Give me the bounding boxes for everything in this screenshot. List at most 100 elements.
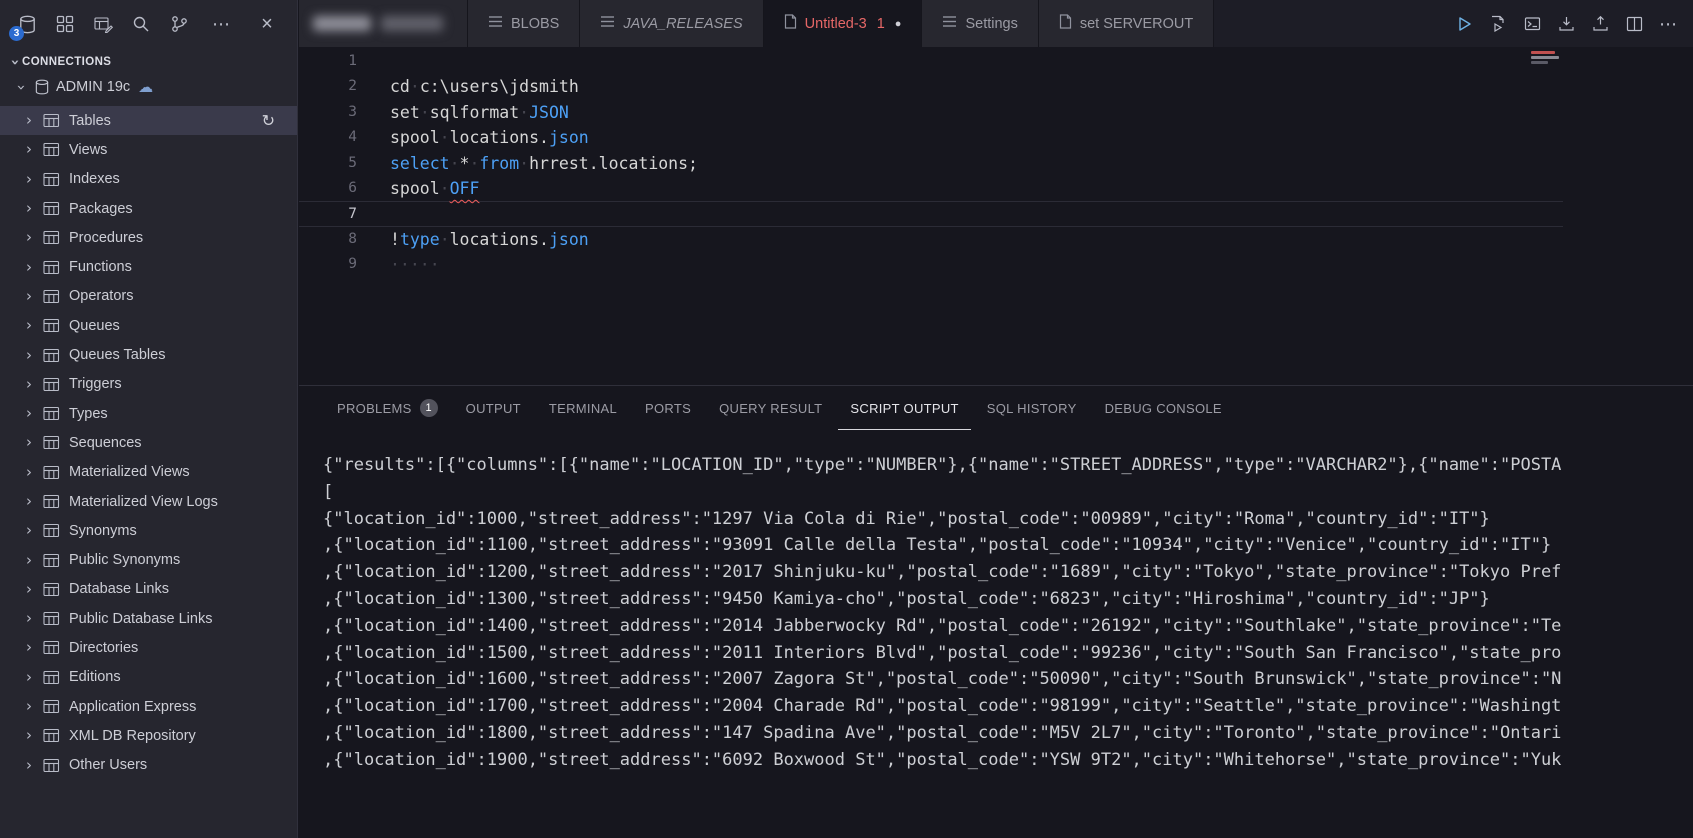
connections-section-header[interactable]: › CONNECTIONS [0,50,297,74]
panel-tab-terminal[interactable]: TERMINAL [537,386,629,430]
tab-java-releases[interactable]: JAVA_RELEASES [580,0,763,47]
packages-icon [43,201,60,216]
sidebar-item-label: Other Users [69,757,147,773]
output-line: [ [323,479,1693,506]
more-editor-actions-icon[interactable]: ⋯ [1653,9,1683,39]
sidebar-item-xml-db-repository[interactable]: ›XML DB Repository [0,721,297,750]
minimap[interactable] [1531,50,1565,74]
code-token: · [410,77,420,96]
sidebar-item-materialized-view-logs[interactable]: ›Materialized View Logs [0,487,297,516]
code-token: locations. [450,128,549,147]
tab-problem-count: 1 [877,16,885,32]
upload-icon[interactable] [1585,9,1615,39]
panel-tab-debug-console[interactable]: DEBUG CONSOLE [1093,386,1234,430]
sidebar-item-queues[interactable]: ›Queues [0,311,297,340]
download-result-icon[interactable] [1551,9,1581,39]
triggers-icon [43,377,60,392]
panel-tab-problems[interactable]: PROBLEMS1 [325,386,450,430]
panel-tab-script-output[interactable]: SCRIPT OUTPUT [838,386,970,430]
run-script-icon[interactable] [1483,9,1513,39]
sidebar-item-materialized-views[interactable]: ›Materialized Views [0,458,297,487]
sidebar-item-sequences[interactable]: ›Sequences [0,428,297,457]
table-edit-icon[interactable] [84,9,122,39]
more-actions-icon[interactable]: ⋯ [202,9,240,39]
code-text: set·sqlformat·JSON [357,100,569,125]
sidebar-item-other-users[interactable]: ›Other Users [0,751,297,780]
sidebar-item-label: Public Synonyms [69,552,180,568]
table-icon [942,15,957,32]
code-line-6[interactable]: 6spool·OFF [299,176,1563,201]
code-token: json [549,230,589,249]
code-editor[interactable]: 12cd·c:\users\jdsmith3set·sqlformat·JSON… [299,47,1693,385]
database-explorer-icon[interactable]: 3 [8,9,46,39]
git-branch-icon[interactable] [160,9,198,39]
close-sidebar-icon[interactable]: × [248,9,286,39]
tab-settings[interactable]: Settings [922,0,1038,47]
panel-tab-output[interactable]: OUTPUT [454,386,533,430]
code-token: · [420,103,430,122]
panel-tab-label: OUTPUT [466,401,521,416]
sidebar-item-label: Application Express [69,699,196,715]
panel-tab-sql-history[interactable]: SQL HISTORY [975,386,1089,430]
panel-tab-label: SQL HISTORY [987,401,1077,416]
sidebar-item-procedures[interactable]: ›Procedures [0,223,297,252]
sidebar-item-public-database-links[interactable]: ›Public Database Links [0,604,297,633]
sidebar-item-operators[interactable]: ›Operators [0,282,297,311]
cloud-icon: ☁ [138,78,153,96]
sidebar-item-application-express[interactable]: ›Application Express [0,692,297,721]
code-text: cd·c:\users\jdsmith [357,74,579,99]
connections-count-badge: 3 [9,26,24,41]
code-text: spool·locations.json [357,125,589,150]
sidebar-item-triggers[interactable]: ›Triggers [0,370,297,399]
panel-tab-query-result[interactable]: QUERY RESULT [707,386,834,430]
panel-tab-ports[interactable]: PORTS [633,386,703,430]
sidebar-item-public-synonyms[interactable]: › Public Synonyms [0,545,297,574]
code-token: ····· [390,255,440,274]
sidebar-item-directories[interactable]: ›Directories [0,633,297,662]
chevron-right-icon: › [22,611,36,626]
sidebar-item-functions[interactable]: ›Functions [0,252,297,281]
tab-blobs[interactable]: BLOBS [468,0,580,47]
code-line-9[interactable]: 9····· [299,252,1563,277]
sidebar: 3 ⋯ × › CONNECTIONS › ADMIN 19c [0,0,298,838]
run-button[interactable] [1449,9,1479,39]
sidebar-item-tables[interactable]: ›Tables↻ [0,106,297,135]
sidebar-item-label: Database Links [69,581,169,597]
connection-tree: ›Tables↻›Views›Indexes›Packages›Procedur… [0,106,297,838]
tab-set-serverout[interactable]: set SERVEROUT [1039,0,1214,47]
code-token: · [440,230,450,249]
tables-icon [43,113,60,128]
chevron-right-icon: › [22,582,36,597]
split-editor-icon[interactable] [1619,9,1649,39]
code-line-4[interactable]: 4spool·locations.json [299,125,1563,150]
sidebar-item-queues-tables[interactable]: ›Queues Tables [0,340,297,369]
refresh-icon[interactable]: ↻ [262,111,275,130]
sidebar-item-packages[interactable]: ›Packages [0,194,297,223]
tab-redacted[interactable] [299,0,468,47]
sidebar-item-views[interactable]: ›Views [0,135,297,164]
tab-untitled-3[interactable]: Untitled-31● [764,0,923,47]
sidebar-item-indexes[interactable]: ›Indexes [0,165,297,194]
sidebar-item-synonyms[interactable]: ›Synonyms [0,516,297,545]
open-terminal-icon[interactable] [1517,9,1547,39]
layout-icon[interactable] [46,9,84,39]
connection-admin19c[interactable]: › ADMIN 19c ☁ [0,74,297,100]
code-line-3[interactable]: 3set·sqlformat·JSON [299,100,1563,125]
search-icon[interactable] [122,9,160,39]
script-output-content[interactable]: {"results":[{"columns":[{"name":"LOCATIO… [323,452,1693,838]
code-line-7[interactable]: 7 [299,201,1563,226]
code-line-5[interactable]: 5select·*·from·hrrest.locations; [299,151,1563,176]
code-token: · [519,154,529,173]
table-icon [600,15,615,32]
sidebar-item-database-links[interactable]: › Database Links [0,575,297,604]
sidebar-item-types[interactable]: ›Types [0,399,297,428]
code-line-1[interactable]: 1 [299,49,1563,74]
sidebar-item-editions[interactable]: ›Editions [0,663,297,692]
code-line-8[interactable]: 8!type·locations.json [299,227,1563,252]
code-line-2[interactable]: 2cd·c:\users\jdsmith [299,74,1563,99]
chevron-right-icon: › [22,406,36,421]
chevron-right-icon: › [22,553,36,568]
sidebar-item-label: Sequences [69,435,142,451]
line-number: 6 [299,176,357,201]
line-number: 1 [299,49,357,74]
